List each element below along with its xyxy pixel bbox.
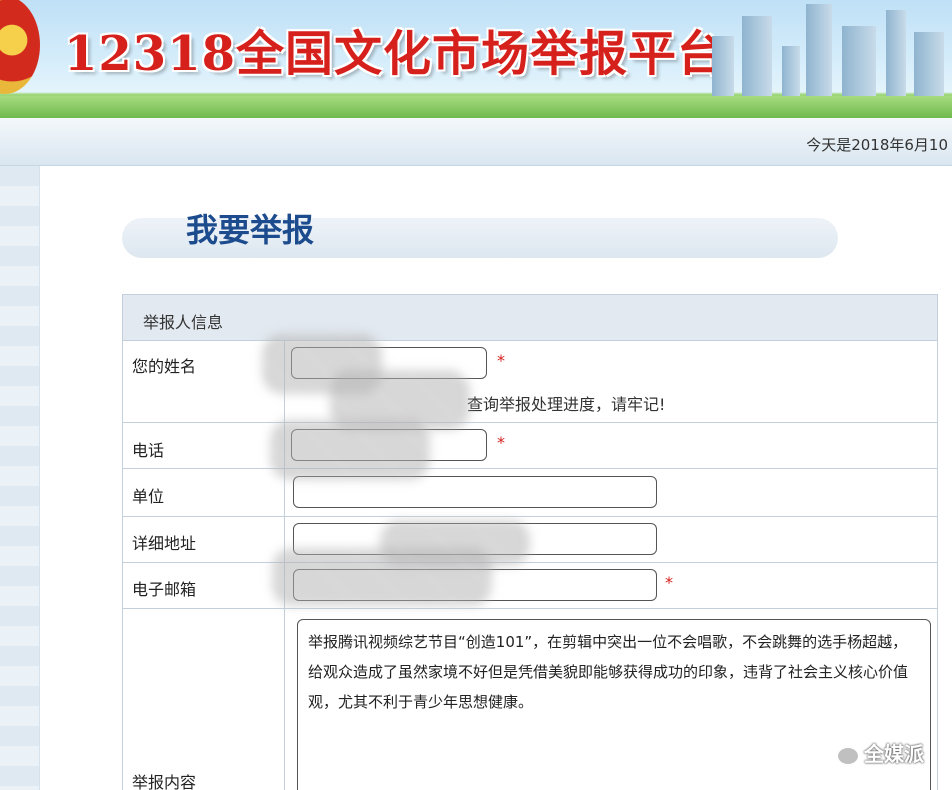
national-emblem-icon xyxy=(0,0,40,94)
form-row-email: 电子邮箱 * xyxy=(123,563,937,609)
form-row-name: 您的姓名 * 查询举报处理进度，请牢记! xyxy=(123,341,937,423)
form-row-company: 单位 xyxy=(123,469,937,517)
watermark-text: 全媒派 xyxy=(864,742,924,766)
required-mark: * xyxy=(665,573,673,592)
company-input[interactable] xyxy=(293,476,657,508)
privacy-blur xyxy=(380,520,530,566)
email-label: 电子邮箱 xyxy=(132,580,197,599)
today-date: 今天是2018年6月10 xyxy=(806,136,948,154)
section-header: 举报人信息 xyxy=(123,295,937,341)
watermark: 全媒派 xyxy=(838,738,924,767)
site-banner: 12318全国文化市场举报平台 xyxy=(0,0,952,118)
date-bar: 今天是2018年6月10 xyxy=(0,118,952,166)
privacy-blur xyxy=(270,420,430,480)
name-label: 您的姓名 xyxy=(132,357,197,376)
phone-label: 电话 xyxy=(132,441,165,460)
name-note: 查询举报处理进度，请牢记! xyxy=(467,395,666,414)
form-row-phone: 电话 * xyxy=(123,423,937,469)
report-form: 举报人信息 您的姓名 * 查询举报处理进度，请牢记! 电话 * 单位 详细地址 … xyxy=(122,294,938,790)
section-title: 举报人信息 xyxy=(143,313,224,332)
page-title: 我要举报 xyxy=(186,211,315,249)
site-title: 12318全国文化市场举报平台 xyxy=(64,26,726,82)
banner-grass xyxy=(0,96,952,118)
form-row-address: 详细地址 xyxy=(123,517,937,563)
city-skyline-image xyxy=(702,0,952,96)
required-mark: * xyxy=(497,433,505,452)
left-sidebar-strip xyxy=(0,166,40,790)
required-mark: * xyxy=(497,351,505,370)
report-content-textarea[interactable]: 举报腾讯视频综艺节目“创造101”，在剪辑中突出一位不会唱歌，不会跳舞的选手杨超… xyxy=(297,619,931,790)
wechat-icon xyxy=(838,747,858,764)
content-label: 举报内容 xyxy=(132,773,197,790)
company-label: 单位 xyxy=(132,487,165,506)
address-label: 详细地址 xyxy=(132,534,197,553)
